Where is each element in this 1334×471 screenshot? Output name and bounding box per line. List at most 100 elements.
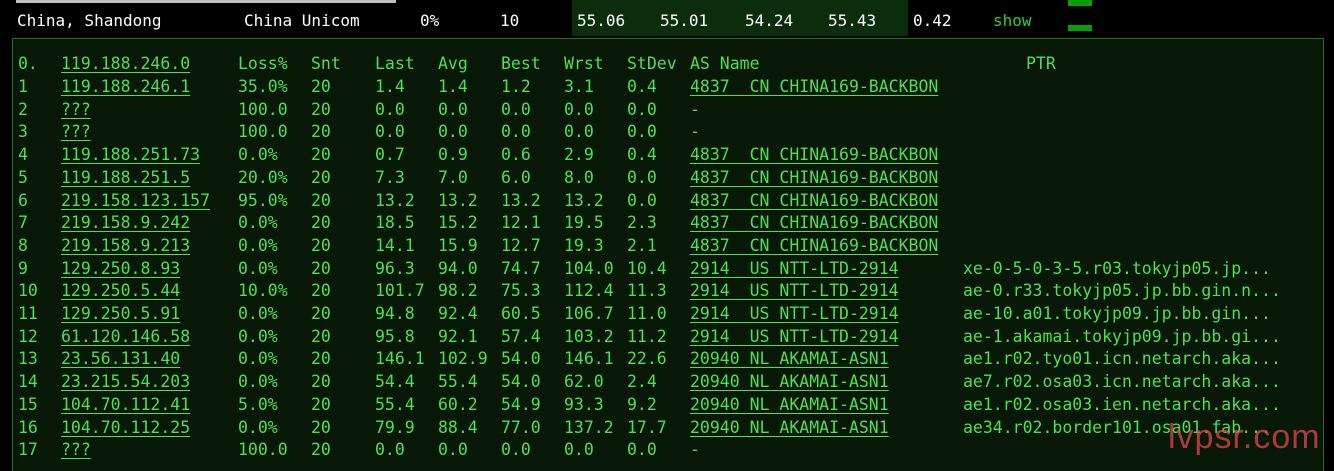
hop-stdev: 17.7 bbox=[627, 417, 667, 437]
hop-as-link[interactable]: 4837 CN CHINA169-BACKBON bbox=[690, 145, 938, 164]
hop-host-link[interactable]: 23.56.131.40 bbox=[61, 349, 180, 368]
hop-host-link[interactable]: 219.158.9.213 bbox=[61, 236, 190, 255]
hop-host-link[interactable]: 119.188.251.5 bbox=[61, 168, 190, 187]
header-host[interactable]: 119.188.246.0 bbox=[61, 54, 190, 73]
hop-avg: 88.4 bbox=[438, 417, 478, 437]
hop-host-link[interactable]: 104.70.112.41 bbox=[61, 395, 190, 414]
hop-as-link[interactable]: 20940 NL AKAMAI-ASN1 bbox=[690, 349, 889, 368]
hop-as-link[interactable]: 20940 NL AKAMAI-ASN1 bbox=[690, 418, 889, 437]
hop-last: 18.5 bbox=[375, 213, 415, 233]
hop-index: 6 bbox=[18, 190, 28, 210]
hop-as-link[interactable]: 4837 CN CHINA169-BACKBON bbox=[690, 77, 938, 96]
hop-host-link[interactable]: 61.120.146.58 bbox=[61, 327, 190, 346]
hop-sent: 20 bbox=[311, 213, 331, 233]
hop-last: 101.7 bbox=[375, 281, 425, 301]
hop-worst: 62.0 bbox=[564, 372, 604, 392]
hop-host-link[interactable]: 129.250.5.91 bbox=[61, 304, 180, 323]
hop-sent: 20 bbox=[311, 281, 331, 301]
header-loss: Loss% bbox=[238, 54, 288, 73]
hop-index: 13 bbox=[18, 349, 38, 369]
hop-last: 96.3 bbox=[375, 258, 415, 278]
hop-last: 0.7 bbox=[375, 145, 405, 165]
hop-ptr: ae-0.r33.tokyjp05.jp.bb.gin.n... bbox=[963, 281, 1281, 301]
hop-host-link[interactable]: ??? bbox=[61, 100, 91, 119]
hop-loss: 0.0% bbox=[238, 145, 278, 165]
hop-host-link[interactable]: 119.188.246.1 bbox=[61, 77, 190, 96]
hop-sent: 20 bbox=[311, 440, 331, 460]
hop-as-link[interactable]: 20940 NL AKAMAI-ASN1 bbox=[690, 395, 889, 414]
hop-last: 0.0 bbox=[375, 122, 405, 142]
hop-loss: 10.0% bbox=[238, 281, 288, 301]
hop-sent: 20 bbox=[311, 326, 331, 346]
hop-stdev: 2.4 bbox=[627, 372, 657, 392]
table-row: 16 104.70.112.25 0.0% 20 79.9 88.4 77.0 137.2 17… bbox=[13, 418, 1323, 441]
hop-loss: 20.0% bbox=[238, 167, 288, 187]
hop-as-link[interactable]: 2914 US NTT-LTD-2914 bbox=[690, 304, 899, 323]
hop-as-link: - bbox=[690, 440, 700, 460]
hop-best: 57.4 bbox=[501, 326, 541, 346]
hop-last: 1.4 bbox=[375, 77, 405, 96]
hop-sent: 20 bbox=[311, 372, 331, 392]
hop-host-link[interactable]: 23.215.54.203 bbox=[61, 372, 190, 391]
summary-sent: 10 bbox=[500, 11, 520, 30]
hop-as-link[interactable]: 4837 CN CHINA169-BACKBON bbox=[690, 213, 938, 232]
hop-avg: 60.2 bbox=[438, 394, 478, 414]
hop-as-link[interactable]: 4837 CN CHINA169-BACKBON bbox=[690, 191, 938, 210]
hop-sent: 20 bbox=[311, 77, 331, 96]
hop-worst: 0.0 bbox=[564, 440, 594, 460]
hop-host-link[interactable]: ??? bbox=[61, 440, 91, 459]
hop-loss: 95.0% bbox=[238, 190, 288, 210]
hop-index: 11 bbox=[18, 304, 38, 323]
hop-as-link[interactable]: 2914 US NTT-LTD-2914 bbox=[690, 327, 899, 346]
hop-sent: 20 bbox=[311, 235, 331, 255]
hop-ptr: ae-10.a01.tokyjp09.jp.bb.gin... bbox=[963, 304, 1271, 323]
hop-sent: 20 bbox=[311, 349, 331, 369]
hop-avg: 0.0 bbox=[438, 122, 468, 142]
hop-best: 0.0 bbox=[501, 99, 531, 119]
hop-index: 8 bbox=[18, 235, 28, 255]
summary-best: 54.24 bbox=[745, 11, 794, 30]
table-row: 4 119.188.251.73 0.0% 20 0.7 0.9 0.6 2.9 0.4 4837… bbox=[13, 145, 1323, 168]
hop-last: 55.4 bbox=[375, 394, 415, 414]
hop-host-link[interactable]: 119.188.251.73 bbox=[61, 145, 200, 164]
hop-host-link[interactable]: 219.158.9.242 bbox=[61, 213, 190, 232]
hop-index: 10 bbox=[18, 281, 38, 301]
hop-index: 15 bbox=[18, 394, 38, 414]
hop-as-link[interactable]: 20940 NL AKAMAI-ASN1 bbox=[690, 372, 889, 391]
hop-ptr: ae1.r02.osa03.ien.netarch.aka... bbox=[963, 394, 1281, 414]
hop-host-link[interactable]: 129.250.8.93 bbox=[61, 259, 180, 278]
hop-host-link[interactable]: 104.70.112.25 bbox=[61, 418, 190, 437]
hop-host-link[interactable]: 219.158.123.157 bbox=[61, 191, 210, 210]
hop-as-link[interactable]: 4837 CN CHINA169-BACKBON bbox=[690, 236, 938, 255]
hop-avg: 102.9 bbox=[438, 349, 488, 369]
hop-best: 6.0 bbox=[501, 167, 531, 187]
hop-as-link[interactable]: 2914 US NTT-LTD-2914 bbox=[690, 259, 899, 278]
hop-host-link[interactable]: ??? bbox=[61, 122, 91, 141]
hop-best: 1.2 bbox=[501, 77, 531, 96]
hop-best: 0.6 bbox=[501, 145, 531, 165]
hop-stdev: 9.2 bbox=[627, 394, 657, 414]
hop-best: 0.0 bbox=[501, 440, 531, 460]
hop-worst: 112.4 bbox=[564, 281, 614, 301]
hop-worst: 13.2 bbox=[564, 190, 604, 210]
hop-avg: 15.2 bbox=[438, 213, 478, 233]
hop-host-link[interactable]: 129.250.5.44 bbox=[61, 281, 180, 300]
hop-sent: 20 bbox=[311, 417, 331, 437]
header-last: Last bbox=[375, 54, 415, 73]
hop-as-link[interactable]: 4837 CN CHINA169-BACKBON bbox=[690, 168, 938, 187]
hop-worst: 0.0 bbox=[564, 99, 594, 119]
table-row: 8 219.158.9.213 0.0% 20 14.1 15.9 12.7 19.3 2.1 4… bbox=[13, 236, 1323, 259]
hop-loss: 0.0% bbox=[238, 213, 278, 233]
hop-best: 60.5 bbox=[501, 304, 541, 323]
table-row: 5 119.188.251.5 20.0% 20 7.3 7.0 6.0 8.0 0.0 4837… bbox=[13, 168, 1323, 191]
show-link[interactable]: show bbox=[993, 11, 1032, 30]
hop-avg: 1.4 bbox=[438, 77, 468, 96]
hop-as-link[interactable]: 2914 US NTT-LTD-2914 bbox=[690, 281, 899, 300]
hop-loss: 100.0 bbox=[238, 122, 288, 142]
hop-stdev: 0.4 bbox=[627, 145, 657, 165]
table-row: 6 219.158.123.157 95.0% 20 13.2 13.2 13.2 13.2 0… bbox=[13, 191, 1323, 214]
hop-worst: 106.7 bbox=[564, 304, 614, 323]
hop-loss: 0.0% bbox=[238, 258, 278, 278]
table-row: 2??? 100.0 20 0.0 0.0 0.0 0.0 0.0 - bbox=[13, 100, 1323, 123]
hop-loss: 0.0% bbox=[238, 349, 278, 369]
